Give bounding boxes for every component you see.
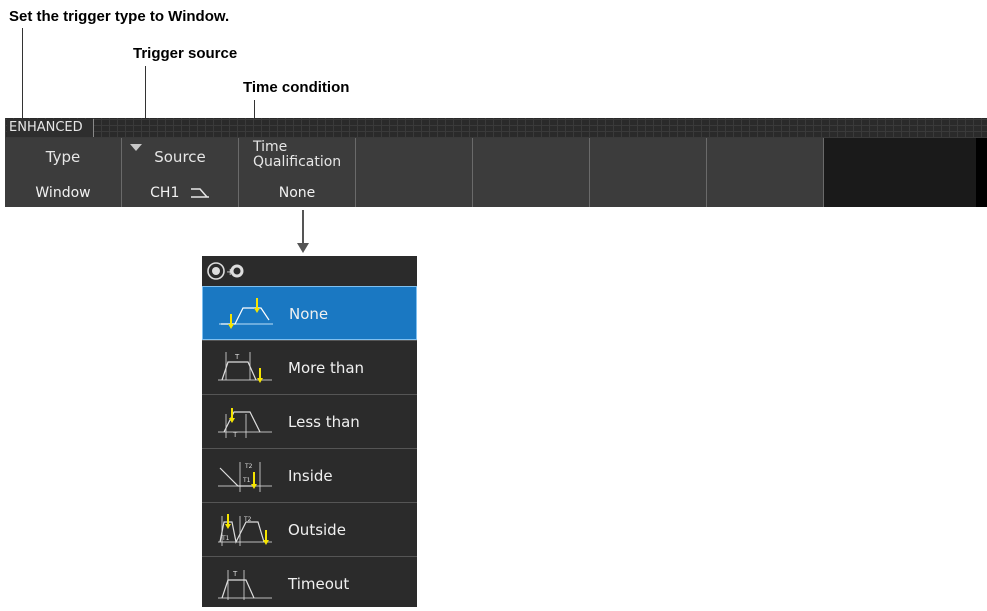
svg-text:T: T	[232, 570, 238, 578]
timeout-waveform-icon: T	[218, 570, 272, 600]
trigger-menu-bar: ENHANCED Type Window Source CH1 Time Qua…	[5, 118, 987, 207]
softkey-type-title: Type	[45, 148, 81, 166]
mode-strip: ENHANCED	[5, 118, 987, 138]
softkey-source-value: CH1	[150, 185, 180, 201]
softkey-source-value-row: CH1	[122, 185, 238, 201]
softkey-type-value: Window	[35, 185, 91, 201]
option-less-than[interactable]: T Less than	[202, 394, 417, 448]
svg-text:T2: T2	[243, 516, 252, 523]
svg-text:T2: T2	[244, 463, 253, 470]
softkey-time-qualification[interactable]: Time Qualification None	[239, 138, 356, 207]
less-than-waveform-icon: T	[218, 408, 272, 439]
softkey-row: Type Window Source CH1 Time Qualificatio…	[5, 138, 976, 207]
inside-waveform-icon: T2 T1	[218, 462, 272, 492]
arrow-down-icon	[297, 243, 309, 253]
svg-text:T: T	[232, 431, 238, 439]
outside-waveform-icon: T2 T1	[218, 514, 272, 546]
svg-text:T: T	[234, 353, 240, 361]
option-less-than-label: Less than	[288, 413, 360, 431]
option-timeout-label: Timeout	[288, 575, 350, 593]
option-none-label: None	[289, 305, 329, 323]
option-inside[interactable]: T2 T1 Inside	[202, 448, 417, 502]
softkey-empty-4[interactable]	[356, 138, 473, 207]
softkey-empty-7[interactable]	[707, 138, 824, 207]
softkey-type[interactable]: Type Window	[5, 138, 122, 207]
option-outside[interactable]: T2 T1 Outside	[202, 502, 417, 556]
window-slope-icon	[190, 188, 209, 198]
softkey-time-qualification-title: Time Qualification	[253, 139, 342, 170]
svg-text:T1: T1	[221, 535, 230, 542]
option-outside-label: Outside	[288, 521, 346, 539]
callout-trigger-source: Trigger source	[133, 45, 238, 62]
popup-header: +	[202, 256, 417, 286]
softkey-empty-5[interactable]	[473, 138, 590, 207]
mode-label: ENHANCED	[7, 119, 94, 137]
option-more-than-label: More than	[288, 359, 365, 377]
time-qualification-popup: + None T More than T Less than T2 T1 Ins…	[202, 256, 417, 607]
softkey-blank-area	[824, 138, 976, 207]
option-timeout[interactable]: T Timeout	[202, 556, 417, 610]
more-than-waveform-icon: T	[218, 352, 272, 383]
jog-push-icon: +	[207, 262, 244, 280]
softkey-empty-6[interactable]	[590, 138, 707, 207]
softkey-source[interactable]: Source CH1	[122, 138, 239, 207]
svg-text:T1: T1	[242, 477, 251, 484]
callout-time-condition: Time condition	[243, 79, 350, 96]
arrow-to-popup-line	[302, 210, 304, 245]
option-none[interactable]: None	[202, 286, 417, 340]
none-waveform-icon	[219, 298, 273, 329]
option-more-than[interactable]: T More than	[202, 340, 417, 394]
option-inside-label: Inside	[288, 467, 333, 485]
callout-trigger-type: Set the trigger type to Window.	[9, 8, 230, 25]
softkey-time-qualification-value: None	[278, 185, 316, 201]
softkey-source-title: Source	[154, 148, 206, 166]
